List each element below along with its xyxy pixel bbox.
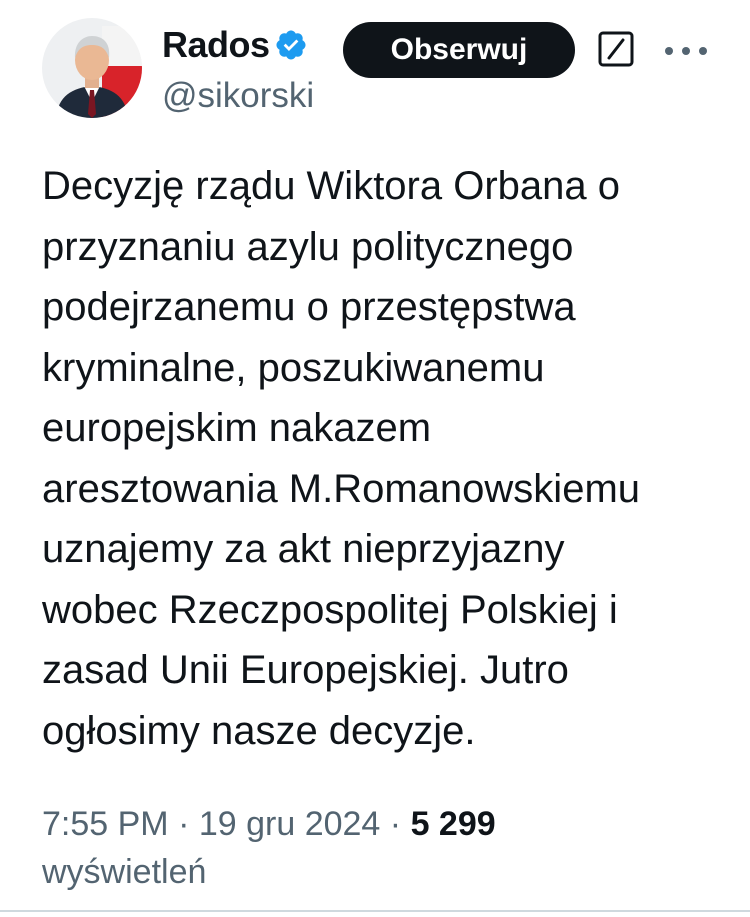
tweet-text-line: kryminalne, poszukiwanemu [42,345,545,390]
divider [0,910,750,912]
tweet-text-line: przyznaniu azylu politycznego [42,224,574,269]
tweet-text-line: zasad Unii Europejskiej. Jutro [42,648,569,692]
tweet-text-line: aresztowania M.Romanowskiemu [42,466,641,511]
verified-badge-icon [274,28,308,62]
tweet-text-line: Decyzję rządu Wiktora Orbana o [42,164,621,208]
tweet-text: Decyzję rządu Wiktora Orbana o przyznani… [42,156,732,761]
tweet-text-line: uznajemy za akt nieprzyjazny [42,527,565,571]
tweet-date[interactable]: 19 gru 2024 [199,805,381,843]
tweet-text-line: podejrzanemu o przestępstwa [42,285,576,329]
author-handle[interactable]: @sikorski [162,76,314,116]
views-count: 5 299 [410,805,496,843]
tweet-time[interactable]: 7:55 PM [42,805,169,843]
follow-button[interactable]: Obserwuj [343,22,575,78]
tweet-text-line: wobec Rzeczpospolitej Polskiej i [42,587,618,632]
profile-photo [42,18,142,118]
author-display-name[interactable]: Rados [162,24,270,66]
tweet-meta: 7:55 PM · 19 gru 2024 · 5 299 [42,796,732,852]
meta-separator: · [380,805,411,843]
tweet-text-line: ogłosimy nasze decyzje. [42,708,476,753]
views-label: wyświetleń [42,853,207,891]
tweet-text-line: europejskim nakazem [42,406,432,450]
meta-separator: · [168,805,199,843]
slash-box-icon[interactable] [598,31,634,67]
avatar[interactable] [42,18,142,118]
ellipsis-icon[interactable] [663,44,709,56]
author-name-row[interactable]: Rados [162,22,308,68]
